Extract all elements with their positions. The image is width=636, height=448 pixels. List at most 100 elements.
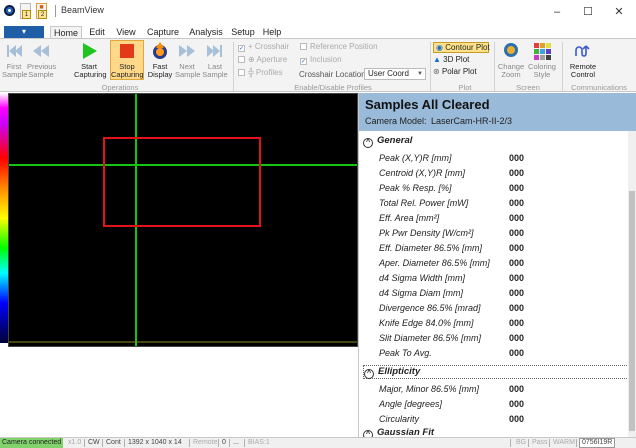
last-sample-icon <box>207 45 222 57</box>
result-label: Peak % Resp. [%] <box>379 183 452 193</box>
contour-plot-button[interactable]: ◉ Contour Plot <box>433 42 490 53</box>
tab-capture[interactable]: Capture <box>143 26 183 38</box>
inclusion-checkbox[interactable]: ✓ Inclusion <box>300 55 342 65</box>
result-label: Angle [degrees] <box>379 399 443 409</box>
result-row: Eff. Area [mm²] 000 <box>379 213 524 227</box>
previous-sample-button[interactable]: Previous Sample <box>27 41 56 79</box>
profiles-check-icon <box>238 69 245 76</box>
reference-position-checkbox[interactable]: Reference Position <box>300 42 378 51</box>
general-section-label: General <box>377 135 413 146</box>
result-value: 000 <box>509 348 525 358</box>
coloring-style-icon <box>534 43 551 60</box>
close-button[interactable]: ✕ <box>604 4 634 20</box>
3d-plot-button[interactable]: ▲ 3D Plot <box>433 55 469 65</box>
beam-image-canvas[interactable] <box>8 93 358 347</box>
remote-control-button[interactable]: Remote Control <box>566 41 600 79</box>
gaussian-section-label: Gaussian Fit <box>377 427 435 437</box>
result-row: Divergence 86.5% [mrad] 000 <box>379 303 524 317</box>
tab-view[interactable]: View <box>111 26 141 38</box>
general-section-header[interactable]: ^ General <box>363 135 412 149</box>
profiles-label: Profiles <box>255 68 283 77</box>
first-sample-button[interactable]: First Sample <box>2 41 27 79</box>
app-logo-icon <box>4 5 15 16</box>
result-row: Slit Diameter 86.5% [mm] 000 <box>379 333 524 347</box>
result-value: 000 <box>509 333 525 343</box>
result-value: 000 <box>509 288 525 298</box>
tab-setup[interactable]: Setup <box>228 26 258 38</box>
result-value: 000 <box>509 213 525 223</box>
communications-group-label: Communications <box>571 83 627 92</box>
maximize-button[interactable]: ☐ <box>573 4 603 20</box>
file-menu-button[interactable]: ▾ <box>4 26 44 38</box>
title-bar: 1 ■ 2 BeamView – ☐ ✕ <box>0 0 636 26</box>
quick-access-button-1[interactable]: 1 <box>20 3 31 19</box>
crosshair-location-select[interactable]: User Coord ▼ <box>364 68 426 80</box>
ellipticity-section-label: Ellipticity <box>378 366 421 377</box>
result-value: 000 <box>509 243 525 253</box>
last-sample-button[interactable]: Last Sample <box>202 41 228 79</box>
collapse-icon: ^ <box>363 138 373 148</box>
result-row: Peak % Resp. [%] 000 <box>379 183 524 197</box>
last-sample-label-2: Sample <box>202 70 228 79</box>
result-label: Knife Edge 84.0% [mm] <box>379 318 474 328</box>
fast-display-label-2: Display <box>147 70 173 79</box>
gaussian-section-header[interactable]: ^ Gaussian Fit <box>363 427 434 437</box>
change-zoom-button[interactable]: Change Zoom <box>497 41 525 79</box>
ribbon: First Sample Previous Sample Start Capturin… <box>0 38 636 92</box>
coloring-style-label-2: Style <box>533 70 551 79</box>
3d-plot-label: 3D Plot <box>443 55 470 64</box>
tab-help[interactable]: Help <box>260 26 284 38</box>
ribbon-tab-row: ▾ Home Edit View Capture Analysis Setup … <box>0 26 636 38</box>
result-label: Circularity <box>379 414 420 424</box>
result-label: Divergence 86.5% [mrad] <box>379 303 481 313</box>
remote-control-label-2: Control <box>570 70 596 79</box>
previous-sample-label-2: Sample <box>28 70 54 79</box>
status-separator <box>229 439 230 447</box>
tab-home[interactable]: Home <box>50 26 82 38</box>
polar-plot-button[interactable]: ⊛ Polar Plot <box>433 67 477 77</box>
next-sample-button[interactable]: Next Sample <box>175 41 201 79</box>
ellipticity-section-header[interactable]: ^ Ellipticity <box>363 365 633 379</box>
status-separator <box>244 439 245 447</box>
crosshair-check-icon: ✓ <box>238 45 245 52</box>
screen-group-label: Screen <box>516 83 540 92</box>
profiles-cross-icon: ╬ <box>248 68 256 77</box>
profiles-checkbox[interactable]: ╬ Profiles <box>238 68 283 77</box>
start-capturing-button[interactable]: Start Capturing <box>74 41 107 79</box>
crosshair-checkbox[interactable]: ✓ + Crosshair <box>238 42 289 52</box>
quick-access-button-2[interactable]: ■ 2 <box>36 3 47 19</box>
result-row: Major, Minor 86.5% [mm] 000 <box>379 384 524 398</box>
3d-plot-icon: ▲ <box>433 55 444 64</box>
warm-status: WARM <box>553 439 575 446</box>
aperture-check-icon <box>238 56 245 63</box>
camera-model-value: LaserCam-HR-II-2/3 <box>431 116 513 126</box>
result-value: 000 <box>509 384 525 394</box>
tab-analysis[interactable]: Analysis <box>186 26 226 38</box>
stop-capturing-button[interactable]: Stop Capturing <box>110 40 144 80</box>
results-scroll-thumb[interactable] <box>629 191 635 431</box>
result-row: Aper. Diameter 86.5% [mm] 000 <box>379 258 524 272</box>
quick-access-key-2: 2 <box>38 10 47 19</box>
ribbon-separator <box>233 42 234 91</box>
coloring-style-button[interactable]: Coloring Style <box>527 41 557 79</box>
fast-display-icon <box>153 42 167 59</box>
camera-connected-status: Camera connected <box>0 438 64 448</box>
color-palette-scale <box>0 93 8 343</box>
next-sample-label-2: Sample <box>175 70 201 79</box>
result-row: Peak To Avg. 000 <box>379 348 524 362</box>
crosshair-label: Crosshair <box>254 42 290 51</box>
camera-model-label: Camera Model: <box>365 116 427 126</box>
fast-display-button[interactable]: Fast Display <box>147 41 173 79</box>
result-row: Eff. Diameter 86.5% [mm] 000 <box>379 243 524 257</box>
contour-plot-icon: ◉ <box>436 43 446 52</box>
aperture-checkbox[interactable]: ⊕ Aperture <box>238 55 287 64</box>
result-row: Pk Pwr Density [W/cm²] 000 <box>379 228 524 242</box>
ribbon-separator <box>562 42 563 91</box>
start-capturing-icon <box>83 43 97 59</box>
roi-box[interactable] <box>103 137 261 227</box>
minimize-button[interactable]: – <box>542 4 572 20</box>
status-bar: Camera connected x1.0 CW Cont 1392 x 104… <box>0 437 636 448</box>
results-header: Samples All Cleared Camera Model: LaserC… <box>359 93 636 131</box>
tab-edit[interactable]: Edit <box>84 26 110 38</box>
results-scrollbar[interactable] <box>628 131 636 437</box>
